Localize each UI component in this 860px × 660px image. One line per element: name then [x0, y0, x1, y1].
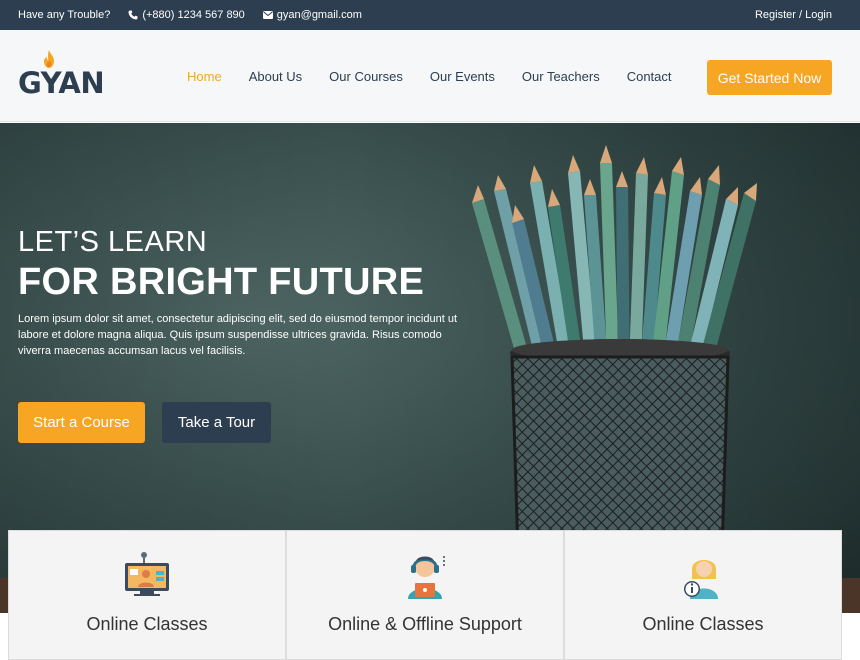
nav-our-events[interactable]: Our Events — [430, 69, 495, 84]
feature-card-online-classes[interactable]: Online Classes — [8, 530, 286, 660]
start-course-button[interactable]: Start a Course — [18, 402, 145, 443]
feature-label: Online & Offline Support — [328, 614, 522, 634]
envelope-icon — [262, 11, 273, 19]
site-header: GYAN Home About Us Our Courses Our Event… — [0, 30, 860, 122]
feature-cards: Online Classes Online & Offline Support … — [0, 530, 860, 660]
info-person-icon — [684, 560, 718, 599]
nav-about-us[interactable]: About Us — [249, 69, 302, 84]
email-address: gyan@gmail.com — [276, 9, 362, 21]
phone-number: (+880) 1234 567 890 — [142, 9, 245, 21]
top-bar: Have any Trouble? (+880) 1234 567 890 gy… — [0, 0, 860, 30]
feature-card-support[interactable]: Online & Offline Support — [286, 530, 564, 660]
hero-title: FOR BRIGHT FUTURE — [18, 261, 425, 303]
feature-label: Online Classes — [642, 614, 764, 634]
online-class-icon — [125, 552, 169, 596]
nav-our-teachers[interactable]: Our Teachers — [522, 69, 600, 84]
nav-our-courses[interactable]: Our Courses — [329, 69, 403, 84]
email-link[interactable]: gyan@gmail.com — [262, 9, 362, 21]
support-agent-icon — [408, 556, 445, 599]
contact-info: Have any Trouble? (+880) 1234 567 890 gy… — [18, 0, 380, 30]
hero-description: Lorem ipsum dolor sit amet, consectetur … — [18, 313, 457, 357]
register-login-link[interactable]: Register / Login — [755, 0, 832, 30]
take-tour-button[interactable]: Take a Tour — [162, 402, 271, 443]
pencil-cup-image — [472, 145, 757, 555]
hero-subtitle: LET’S LEARN — [18, 226, 208, 258]
phone-link[interactable]: (+880) 1234 567 890 — [128, 9, 245, 21]
phone-icon — [128, 10, 138, 20]
nav-contact[interactable]: Contact — [627, 69, 672, 84]
nav-home[interactable]: Home — [187, 69, 222, 84]
gyan-logo[interactable]: GYAN — [18, 50, 105, 100]
main-nav: Home About Us Our Courses Our Events Our… — [187, 30, 699, 122]
feature-label: Online Classes — [86, 614, 208, 634]
logo-text: GYAN — [18, 66, 105, 100]
feature-card-online-classes-2[interactable]: Online Classes — [564, 530, 842, 660]
trouble-text: Have any Trouble? — [18, 9, 111, 21]
get-started-button[interactable]: Get Started Now — [707, 60, 832, 95]
